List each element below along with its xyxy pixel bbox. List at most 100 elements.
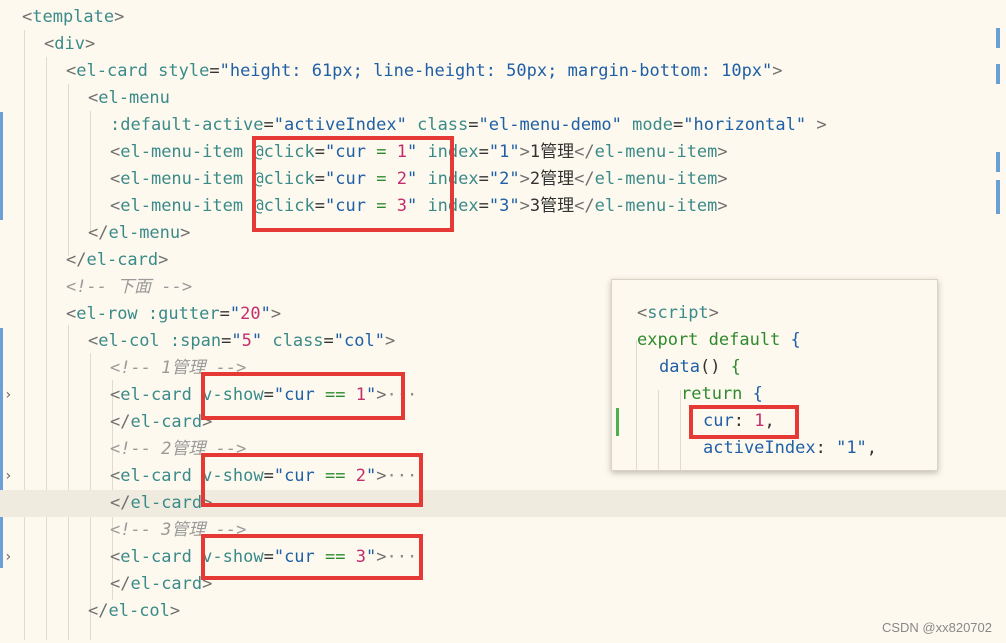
script-peek-popup: <script> export default {data() {return {… — [611, 279, 938, 471]
code-line[interactable]: <el-card style="height: 61px; line-heigh… — [0, 58, 1006, 85]
code-line[interactable]: </el-card> — [0, 247, 1006, 274]
code-token: data — [659, 357, 700, 377]
code-line[interactable]: <template> — [0, 4, 1006, 31]
code-token: </ — [88, 223, 109, 243]
code-line[interactable]: <!-- 3管理 --> — [0, 517, 1006, 544]
code-token: = — [219, 304, 230, 324]
code-line[interactable]: <el-menu-item @click="cur = 2" index="2"… — [0, 166, 1006, 193]
popup-code-line: activeIndex: "1", — [612, 435, 937, 462]
code-token: "height: 61px; line-height: 50px; margin… — [219, 61, 773, 81]
code-text: <!-- 下面 --> — [66, 274, 192, 301]
code-text: data() { — [659, 354, 741, 381]
code-token: el-menu-item — [120, 196, 244, 216]
code-text: <el-menu — [88, 85, 170, 112]
code-token: > — [772, 61, 783, 81]
fold-chevron-icon[interactable]: › — [4, 544, 12, 571]
code-token: > — [717, 142, 728, 162]
fold-chevron-icon[interactable]: › — [4, 463, 12, 490]
code-text: activeIndex: "1", — [703, 435, 877, 462]
code-token: > — [519, 169, 530, 189]
code-text: </el-menu> — [88, 220, 190, 247]
code-text: </el-card> — [110, 571, 212, 598]
code-token: class — [417, 115, 469, 135]
code-token: () — [699, 357, 731, 377]
code-token: "activeIndex" — [273, 115, 407, 135]
code-token: > — [816, 115, 827, 135]
code-token: export default — [637, 330, 781, 350]
code-line[interactable]: </el-col> — [0, 598, 1006, 625]
code-token: < — [22, 7, 33, 27]
popup-code-line: export default { — [612, 327, 937, 354]
code-token: "1" — [836, 438, 867, 458]
code-text: </el-col> — [88, 598, 180, 625]
code-token: 2管理 — [529, 169, 575, 189]
code-token: < — [88, 88, 99, 108]
code-token: = — [478, 169, 489, 189]
popup-code-line: <script> — [612, 300, 937, 327]
code-token: < — [110, 142, 121, 162]
code-token: = — [478, 142, 489, 162]
code-token: el-card — [130, 412, 203, 432]
code-token: > — [84, 34, 96, 54]
code-token: "horizontal" — [683, 115, 807, 135]
code-token: { — [790, 330, 801, 350]
code-token: el-row — [76, 304, 138, 324]
code-token: > — [114, 7, 125, 27]
code-line[interactable]: <el-menu-item @click="cur = 3" index="3"… — [0, 193, 1006, 220]
fold-chevron-icon[interactable]: › — [4, 382, 12, 409]
code-line[interactable]: › <el-card v-show="cur == 3">··· — [0, 544, 1006, 571]
code-line[interactable]: <el-menu — [0, 85, 1006, 112]
annotation-red-box — [252, 136, 454, 232]
code-token: </ — [110, 412, 131, 432]
watermark: CSDN @xx820702 — [881, 620, 992, 635]
code-token: > — [519, 142, 530, 162]
code-line[interactable]: </el-card> — [0, 571, 1006, 598]
code-text: :default-active="activeIndex" class="el-… — [110, 112, 827, 139]
code-token: "col" — [333, 331, 385, 351]
code-token: <!-- 下面 --> — [66, 277, 193, 297]
code-token: = — [468, 115, 479, 135]
code-token: </ — [574, 142, 595, 162]
code-line[interactable]: :default-active="activeIndex" class="el-… — [0, 112, 1006, 139]
code-token: 3管理 — [529, 196, 575, 216]
code-token: el-card — [120, 547, 192, 567]
code-text: </el-card> — [66, 247, 168, 274]
code-text: <div> — [44, 31, 95, 58]
code-token: el-card — [130, 493, 203, 513]
code-token: < — [110, 385, 121, 405]
popup-code-line: return { — [612, 381, 937, 408]
code-token: :span — [169, 331, 222, 351]
code-token: > — [384, 331, 396, 351]
code-token: </ — [574, 169, 595, 189]
code-token: el-card — [86, 250, 159, 270]
code-token: = — [221, 331, 232, 351]
code-token: el-card — [76, 61, 148, 81]
annotation-red-box — [201, 372, 405, 420]
code-token: " — [229, 304, 241, 324]
code-line[interactable]: </el-card> — [0, 490, 1006, 517]
code-token: style — [158, 61, 210, 81]
code-token: = — [263, 115, 274, 135]
code-token: el-menu — [98, 88, 170, 108]
code-token: :gutter — [147, 304, 220, 324]
code-token: el-card — [120, 385, 192, 405]
code-token: el-menu-item — [120, 142, 244, 162]
code-token: { — [752, 384, 763, 404]
code-token: < — [44, 34, 55, 54]
code-token: "1" — [488, 142, 520, 162]
code-token: 20 — [240, 304, 261, 324]
code-line[interactable]: <el-menu-item @click="cur = 1" index="1"… — [0, 139, 1006, 166]
code-token: </ — [110, 574, 131, 594]
code-line[interactable]: <div> — [0, 31, 1006, 58]
code-token: class — [272, 331, 324, 351]
code-token: > — [717, 196, 728, 216]
code-token: > — [519, 196, 530, 216]
code-token: el-card — [120, 466, 192, 486]
code-line[interactable]: </el-menu> — [0, 220, 1006, 247]
